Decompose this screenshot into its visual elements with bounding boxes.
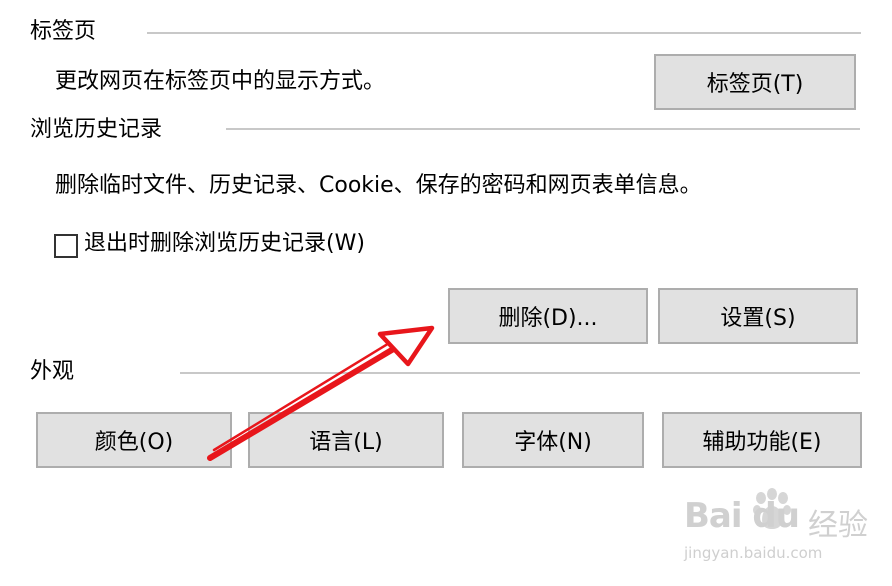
delete-history-button[interactable]: 删除(D)... (448, 288, 648, 344)
languages-button[interactable]: 语言(L) (248, 412, 444, 468)
delete-on-exit-row[interactable]: 退出时删除浏览历史记录(W) (54, 230, 365, 258)
accessibility-button[interactable]: 辅助功能(E) (662, 412, 862, 468)
tabs-section-title: 标签页 (30, 19, 97, 44)
tabs-description: 更改网页在标签页中的显示方式。 (55, 69, 386, 94)
delete-on-exit-label: 退出时删除浏览历史记录(W) (84, 231, 365, 256)
watermark-suffix: 经验 (808, 508, 868, 543)
appearance-section-divider (180, 372, 860, 374)
history-description: 删除临时文件、历史记录、Cookie、保存的密码和网页表单信息。 (55, 173, 702, 198)
baidu-watermark: Bai du 经验 jingyan.baidu.com (680, 480, 880, 580)
watermark-brand: Bai du (684, 496, 800, 536)
history-settings-button[interactable]: 设置(S) (658, 288, 858, 344)
tabs-button[interactable]: 标签页(T) (654, 54, 856, 110)
colors-button[interactable]: 颜色(O) (36, 412, 232, 468)
tabs-section-divider (147, 32, 861, 34)
history-section-divider (226, 128, 860, 130)
delete-on-exit-checkbox[interactable] (54, 234, 78, 258)
watermark-url: jingyan.baidu.com (684, 544, 823, 562)
fonts-button[interactable]: 字体(N) (462, 412, 644, 468)
history-section-title: 浏览历史记录 (30, 117, 163, 142)
appearance-section-title: 外观 (30, 359, 75, 384)
